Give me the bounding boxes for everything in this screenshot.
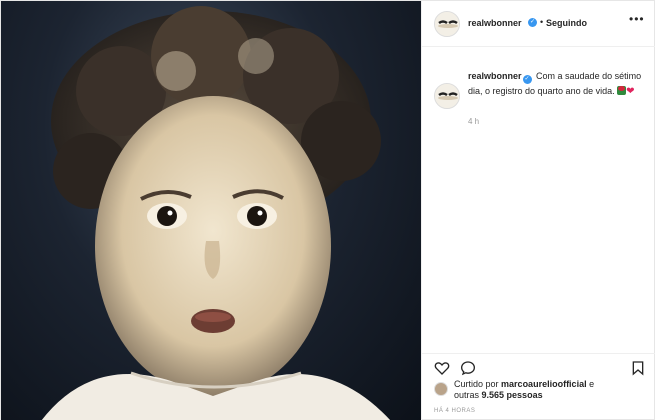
caption-text-block: realwbonner ✓ Com a saudade do sétimo dia…: [468, 69, 648, 99]
post-actions-bar: [422, 353, 655, 381]
caption-avatar[interactable]: [434, 83, 460, 109]
like-heart-icon[interactable]: [434, 360, 450, 376]
more-options-icon[interactable]: •••: [629, 12, 645, 26]
child-portrait-image: [41, 6, 391, 420]
heart-emoji-icon: ❤: [626, 86, 635, 97]
separator-dot: •: [540, 17, 544, 27]
others-prefix: outras: [454, 390, 480, 400]
liked-by-joiner: e: [589, 379, 595, 389]
post-side-panel: realwbonner ✓ • Seguindo ••• realwbonner…: [421, 1, 655, 420]
post-photo[interactable]: [1, 1, 421, 420]
likes-summary: Curtido por marcoaurelioofficial e outra…: [422, 379, 655, 405]
others-count-link[interactable]: 9.565 pessoas: [482, 390, 543, 400]
caption-avatar-image: [435, 84, 459, 108]
header-username[interactable]: realwbonner: [468, 18, 522, 28]
post-header: realwbonner ✓ • Seguindo •••: [422, 1, 655, 47]
bookmark-icon[interactable]: [630, 360, 646, 376]
avatar[interactable]: [434, 11, 460, 37]
liked-by-user-link[interactable]: marcoaurelioofficial: [501, 379, 587, 389]
comment-bubble-icon[interactable]: [460, 360, 476, 376]
caption-verified-badge-icon: ✓: [522, 75, 532, 84]
verified-badge-icon: ✓: [528, 18, 537, 27]
avatar-image: [435, 12, 459, 36]
following-button[interactable]: Seguindo: [546, 18, 587, 28]
rose-emoji-icon: [617, 86, 627, 95]
caption-username[interactable]: realwbonner: [468, 71, 522, 81]
likes-text: Curtido por marcoaurelioofficial e outra…: [454, 379, 649, 401]
caption-time-ago[interactable]: 4 h: [468, 117, 479, 126]
liked-by-label: Curtido por: [454, 379, 499, 389]
liker-avatar[interactable]: [434, 382, 448, 396]
instagram-post: realwbonner ✓ • Seguindo ••• realwbonner…: [0, 0, 655, 420]
post-timestamp[interactable]: HÁ 4 HORAS: [434, 408, 475, 414]
